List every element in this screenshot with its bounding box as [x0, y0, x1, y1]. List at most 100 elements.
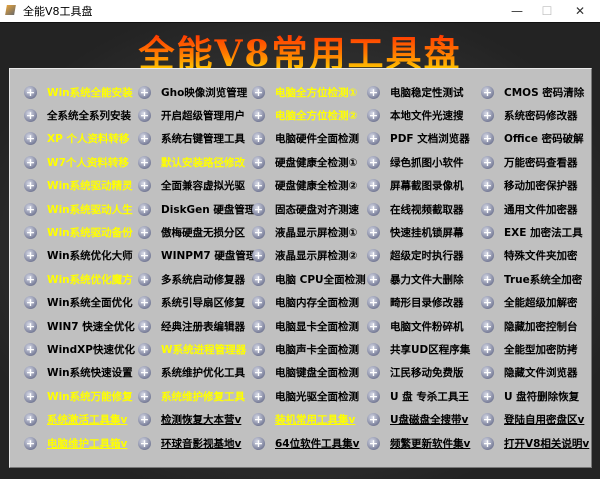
tool-item[interactable]: + 隐藏文件浏览器 [481, 364, 578, 382]
tool-item-label: Win系统优化大师 [47, 250, 133, 263]
tool-item[interactable]: + 电脑内存全面检测 [252, 294, 359, 312]
tool-item[interactable]: + Win系统优化大师 [24, 247, 133, 265]
tool-item[interactable]: + 系统密码修改器 [481, 106, 578, 124]
tool-item[interactable]: + Win系统优化魔方 [24, 270, 133, 288]
tool-item[interactable]: + Office 密码破解 [481, 130, 584, 148]
tool-item[interactable]: + W7个人资料转移 [24, 153, 129, 171]
tool-item[interactable]: + 硬盘健康全检测② [252, 177, 357, 195]
tool-item[interactable]: + Win系统驱动人生 [24, 200, 133, 218]
tool-item[interactable]: + 电脑 CPU全面检测 [252, 270, 366, 288]
tool-item[interactable]: + 超级定时执行器 [367, 247, 464, 265]
tool-item[interactable]: + 系统引导扇区修复 [138, 294, 245, 312]
tool-item[interactable]: + W系统进程管理器 [138, 340, 246, 358]
plus-circle-icon: + [481, 413, 494, 427]
close-button[interactable]: ✕ [560, 0, 600, 22]
tool-item[interactable]: + 电脑显卡全面检测 [252, 317, 359, 335]
tool-item[interactable]: + CMOS 密码清除 [481, 83, 584, 101]
tool-item[interactable]: + 系统维护修复工具 [138, 387, 245, 405]
plus-circle-icon: + [252, 202, 265, 216]
tool-item[interactable]: + 电脑全方位检测② [252, 106, 357, 124]
tool-item[interactable]: + 液晶显示屏检测① [252, 223, 357, 241]
tool-item[interactable]: +64位软件工具集v [252, 434, 359, 452]
tool-item[interactable]: + EXE 加密法工具 [481, 223, 583, 241]
tool-item[interactable]: + 开启超级管理用户 [138, 106, 245, 124]
tool-item[interactable]: + 畸形目录修改器 [367, 294, 464, 312]
tool-item[interactable]: + 移动加密保护器 [481, 177, 578, 195]
tool-item-label: 电脑显卡全面检测 [275, 320, 359, 333]
tool-item[interactable]: + 硬盘健康全检测① [252, 153, 357, 171]
tool-item[interactable]: + 通用文件加密器 [481, 200, 578, 218]
tool-item[interactable]: + True系统全加密 [481, 270, 582, 288]
tool-item-label: 隐藏加密控制台 [504, 320, 578, 333]
tool-item[interactable]: + 固态硬盘对齐测速 [252, 200, 359, 218]
tool-item[interactable]: + 电脑键盘全面检测 [252, 364, 359, 382]
tool-item[interactable]: + 电脑光驱全面检测 [252, 387, 359, 405]
tool-item[interactable]: + 环球音影视基地v [138, 434, 241, 452]
tool-item[interactable]: + U 盘符删除恢复 [481, 387, 579, 405]
tool-panel: + Win系统全能安装 + 全系统全系列安装 + XP 个人资料转移 + W7个人资料转移 + W… [9, 68, 592, 468]
tool-item[interactable]: + 隐藏加密控制台 [481, 317, 578, 335]
tool-item[interactable]: + 江民移动免费版 [367, 364, 464, 382]
tool-item[interactable]: + 系统激活工具集v [24, 411, 127, 429]
tool-item[interactable]: + 全系统全系列安装 [24, 106, 131, 124]
plus-circle-icon: + [252, 225, 265, 239]
tool-item[interactable]: + 经典注册表编辑器 [138, 317, 245, 335]
tool-item[interactable]: + Win系统驱动精灵 [24, 177, 133, 195]
tool-item[interactable]: + 绿色抓图小软件 [367, 153, 464, 171]
tool-item[interactable]: + 电脑全方位检测① [252, 83, 357, 101]
tool-item[interactable]: + 登陆自用密盘区v [481, 411, 584, 429]
tool-item[interactable]: + 液晶显示屏检测② [252, 247, 357, 265]
tool-item[interactable]: + 本地文件光速搜 [367, 106, 464, 124]
tool-item[interactable]: + 电脑声卡全面检测 [252, 340, 359, 358]
tool-item[interactable]: + 多系统启动修复器 [138, 270, 245, 288]
tool-item[interactable]: + 电脑硬件全面检测 [252, 130, 359, 148]
plus-circle-icon: + [24, 202, 37, 216]
tool-item[interactable]: + WINPM7 硬盘管理 [138, 247, 256, 265]
tool-item[interactable]: + Win系统万能修复 [24, 387, 133, 405]
tool-item[interactable]: + Win系统全能安装 [24, 83, 133, 101]
tool-item[interactable]: + 电脑文件粉碎机 [367, 317, 464, 335]
tool-item[interactable]: + 全能型加密防拷 [481, 340, 578, 358]
tool-item-label: Win系统快速设置 [47, 367, 133, 380]
tool-item[interactable]: + Gho映像浏览管理 [138, 83, 247, 101]
tool-item[interactable]: + 屏幕截图录像机 [367, 177, 464, 195]
tool-item[interactable]: + 万能密码查看器 [481, 153, 578, 171]
plus-circle-icon: + [481, 155, 494, 169]
tool-item-label: WINPM7 硬盘管理 [161, 250, 257, 263]
tool-item[interactable]: + 默认安装路径修改 [138, 153, 245, 171]
tool-item[interactable]: + U 盘 专杀工具王 [367, 387, 469, 405]
plus-circle-icon: + [138, 319, 151, 333]
tool-item[interactable]: + 共享UD区程序集 [367, 340, 470, 358]
tool-item[interactable]: + DiskGen 硬盘管理 [138, 200, 255, 218]
tool-item[interactable]: + 系统右键管理工具 [138, 130, 245, 148]
tool-item[interactable]: + WIN7 快速全优化 [24, 317, 135, 335]
tool-item[interactable]: + Win系统快速设置 [24, 364, 133, 382]
tool-item[interactable]: + 暴力文件大删除 [367, 270, 464, 288]
tool-item-label: 全系统全系列安装 [47, 109, 131, 122]
tool-item[interactable]: + U盘磁盘全搜带v [367, 411, 468, 429]
tool-item[interactable]: + Win系统全面优化 [24, 294, 133, 312]
tool-item[interactable]: + 装机常用工具集v [252, 411, 355, 429]
tool-item[interactable]: + 全能超级加解密 [481, 294, 578, 312]
tool-item[interactable]: + 电脑维护工具箱v [24, 434, 127, 452]
tool-item-label: Win系统全面优化 [47, 297, 133, 310]
tool-item-label: Win系统驱动人生 [47, 203, 133, 216]
plus-circle-icon: + [138, 342, 151, 356]
tool-item[interactable]: + PDF 文档浏览器 [367, 130, 470, 148]
tool-item[interactable]: + Win系统驱动备份 [24, 223, 133, 241]
plus-circle-icon: + [367, 413, 380, 427]
tool-item[interactable]: + 打开V8相关说明v [481, 434, 589, 452]
tool-item[interactable]: + 在线视频截取器 [367, 200, 464, 218]
tool-item[interactable]: + 傲梅硬盘无损分区 [138, 223, 245, 241]
tool-item[interactable]: + 频繁更新软件集v [367, 434, 470, 452]
tool-item-label: Gho映像浏览管理 [161, 86, 248, 99]
tool-item[interactable]: + WindXP快速优化 [24, 340, 135, 358]
plus-circle-icon: + [252, 389, 265, 403]
tool-item[interactable]: + 特殊文件夹加密 [481, 247, 578, 265]
tool-item[interactable]: + 电脑稳定性测试 [367, 83, 464, 101]
tool-item[interactable]: + 系统维护优化工具 [138, 364, 245, 382]
tool-item[interactable]: + 全面兼容虚拟光驱 [138, 177, 245, 195]
tool-item[interactable]: + 快速挂机锁屏幕 [367, 223, 464, 241]
tool-item[interactable]: + XP 个人资料转移 [24, 130, 129, 148]
tool-item[interactable]: + 检测恢复大本营v [138, 411, 241, 429]
